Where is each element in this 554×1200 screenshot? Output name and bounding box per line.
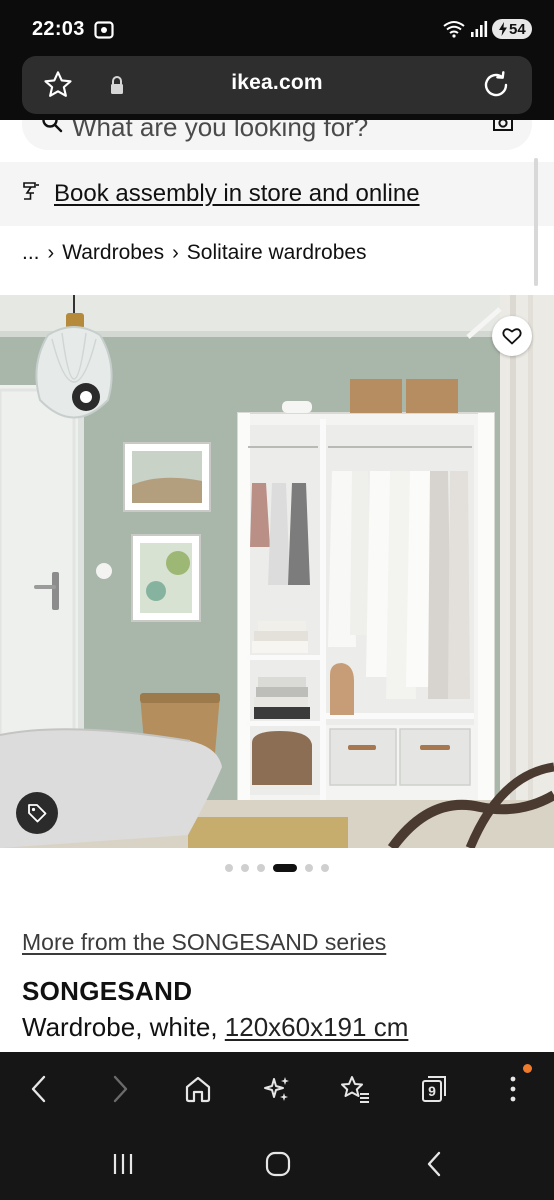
series-link[interactable]: More from the SONGESAND series bbox=[22, 929, 386, 956]
product-image[interactable] bbox=[0, 295, 554, 848]
battery-level: 54 bbox=[509, 20, 526, 38]
search-icon bbox=[42, 120, 63, 133]
product-description: Wardrobe, white, 120x60x191 cm bbox=[22, 1012, 408, 1043]
shop-the-look-button[interactable] bbox=[16, 792, 58, 834]
battery-indicator: 54 bbox=[492, 19, 532, 39]
sparkle-icon bbox=[264, 1077, 289, 1101]
more-vertical-icon bbox=[510, 1076, 516, 1102]
chevron-right-icon: › bbox=[47, 241, 55, 264]
home-icon bbox=[185, 1076, 211, 1103]
notification-dot bbox=[523, 1064, 532, 1073]
carousel-dot[interactable] bbox=[225, 864, 233, 872]
favourite-button[interactable] bbox=[492, 316, 532, 356]
address-bar[interactable]: ikea.com bbox=[22, 56, 532, 114]
bookmarks-button[interactable] bbox=[336, 1070, 374, 1108]
chevron-left-icon bbox=[31, 1075, 46, 1103]
chevron-right-icon bbox=[113, 1075, 128, 1103]
home-button[interactable] bbox=[179, 1070, 217, 1108]
browser-top-bar: ikea.com bbox=[0, 56, 554, 120]
carousel-dot[interactable] bbox=[257, 864, 265, 872]
back-arrow-icon bbox=[427, 1151, 441, 1177]
signal-icon bbox=[471, 21, 488, 37]
recent-apps-button[interactable] bbox=[107, 1148, 139, 1180]
system-home-button[interactable] bbox=[262, 1148, 294, 1180]
chevron-right-icon: › bbox=[172, 241, 179, 264]
tabs-icon: 9 bbox=[422, 1076, 446, 1102]
breadcrumb: ... › Wardrobes › Solitaire wardrobes bbox=[22, 241, 367, 265]
home-circle-icon bbox=[265, 1151, 291, 1177]
browser-bottom-toolbar: 9 bbox=[0, 1052, 554, 1126]
system-navigation-bar bbox=[0, 1126, 554, 1200]
search-input[interactable]: What are you looking for? bbox=[22, 120, 532, 150]
breadcrumb-item-wardrobes[interactable]: Wardrobes bbox=[62, 241, 164, 265]
search-placeholder: What are you looking for? bbox=[72, 120, 369, 142]
search-strip: What are you looking for? bbox=[0, 120, 554, 156]
screen-recorder-icon bbox=[94, 21, 114, 39]
breadcrumb-item-solitaire-wardrobes[interactable]: Solitaire wardrobes bbox=[187, 241, 367, 265]
tabs-button[interactable]: 9 bbox=[415, 1070, 453, 1108]
product-name: SONGESAND bbox=[22, 976, 193, 1006]
back-button[interactable] bbox=[20, 1070, 58, 1108]
breadcrumb-ellipsis[interactable]: ... bbox=[22, 241, 40, 265]
tab-count: 9 bbox=[428, 1083, 436, 1099]
status-time: 22:03 bbox=[32, 18, 85, 40]
ai-assistant-button[interactable] bbox=[258, 1070, 296, 1108]
camera-search-icon[interactable] bbox=[492, 120, 514, 132]
product-size-link[interactable]: 120x60x191 cm bbox=[225, 1012, 409, 1042]
wifi-icon bbox=[443, 21, 465, 38]
system-back-button[interactable] bbox=[418, 1148, 450, 1180]
carousel-pagination bbox=[0, 864, 554, 872]
status-indicators: 54 bbox=[442, 18, 532, 40]
book-assembly-link[interactable]: Book assembly in store and online bbox=[54, 180, 420, 208]
status-bar: 22:03 54 bbox=[0, 0, 554, 56]
charging-icon bbox=[499, 22, 507, 36]
tag-icon bbox=[28, 804, 47, 823]
page-scrollbar[interactable] bbox=[534, 158, 538, 286]
carousel-dot[interactable] bbox=[305, 864, 313, 872]
url-text[interactable]: ikea.com bbox=[22, 71, 532, 95]
assembly-banner: Book assembly in store and online bbox=[0, 162, 554, 226]
star-list-icon bbox=[341, 1076, 369, 1103]
heart-icon bbox=[502, 328, 522, 345]
assembly-tool-icon bbox=[23, 182, 39, 200]
menu-button[interactable] bbox=[494, 1064, 532, 1108]
carousel-dot[interactable] bbox=[321, 864, 329, 872]
forward-button[interactable] bbox=[101, 1070, 139, 1108]
product-type-text: Wardrobe, white, bbox=[22, 1012, 218, 1042]
carousel-dot-active[interactable] bbox=[273, 864, 297, 872]
reload-icon[interactable] bbox=[480, 69, 512, 101]
wardrobe-room-photo bbox=[0, 295, 554, 848]
carousel-dot[interactable] bbox=[241, 864, 249, 872]
recents-icon bbox=[113, 1154, 133, 1174]
